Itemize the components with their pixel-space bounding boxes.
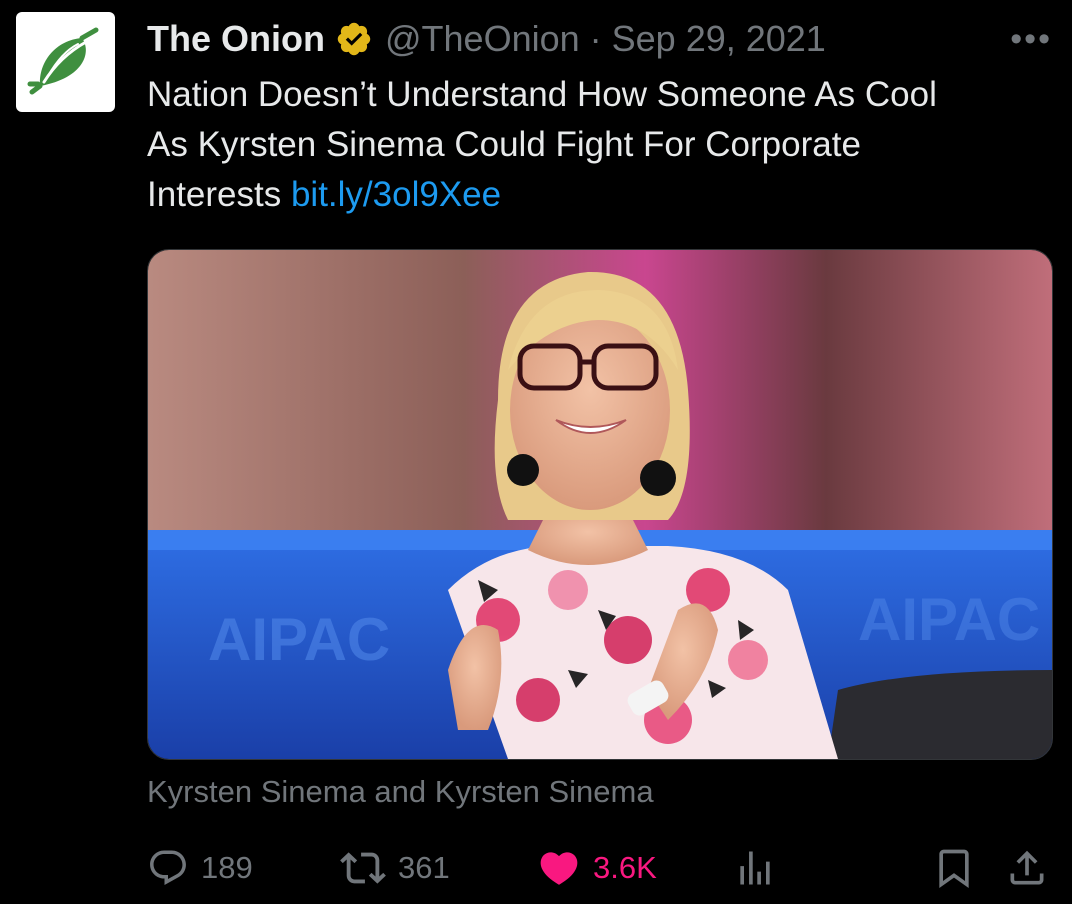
tweet-header: The Onion @TheOnion · Sep 29, 2021 •••: [147, 14, 1052, 64]
reply-button[interactable]: 189: [147, 840, 253, 896]
separator-dot: ·: [589, 18, 602, 59]
svg-text:AIPAC: AIPAC: [208, 606, 390, 673]
tweet-text: Nation Doesn’t Understand How Someone As…: [147, 70, 1047, 220]
bookmark-icon: [939, 849, 969, 889]
reply-icon: [150, 850, 186, 885]
retweet-icon: [340, 852, 386, 884]
heart-icon: [540, 852, 578, 885]
analytics-icon: [740, 851, 770, 885]
tweet-image[interactable]: AIPAC AIPAC: [147, 249, 1053, 760]
photo-illustration: AIPAC AIPAC: [148, 250, 1052, 759]
tweet-text-line: As Kyrsten Sinema Could Fight For Corpor…: [147, 125, 861, 164]
like-button[interactable]: 3.6K: [537, 840, 657, 896]
views-button[interactable]: [733, 840, 777, 896]
svg-text:AIPAC: AIPAC: [858, 586, 1040, 653]
retweet-count: 361: [398, 850, 450, 885]
author-handle[interactable]: @TheOnion: [385, 14, 580, 64]
tweet-text-end: Interests: [147, 175, 282, 214]
reply-count: 189: [201, 850, 253, 885]
verified-badge-icon[interactable]: [335, 20, 373, 58]
tweet-text-line: Interests bit.ly/3ol9Xee: [147, 170, 1047, 220]
avatar[interactable]: [16, 12, 115, 112]
share-icon: [1010, 850, 1044, 885]
tweet-text-line: Nation Doesn’t Understand How Someone As…: [147, 75, 937, 114]
like-count: 3.6K: [593, 850, 657, 885]
share-button[interactable]: [1005, 840, 1049, 896]
retweet-button[interactable]: 361: [340, 840, 450, 896]
tweet-date[interactable]: Sep 29, 2021: [612, 14, 826, 64]
tweet-link[interactable]: bit.ly/3ol9Xee: [291, 175, 501, 214]
bookmark-button[interactable]: [932, 840, 976, 896]
more-options-icon[interactable]: •••: [1010, 14, 1052, 64]
image-caption: Kyrsten Sinema and Kyrsten Sinema: [147, 774, 654, 809]
author-name[interactable]: The Onion: [147, 14, 325, 64]
onion-logo-icon: [27, 27, 98, 95]
tweet-actions: 189 361 3.6K: [147, 840, 1052, 896]
